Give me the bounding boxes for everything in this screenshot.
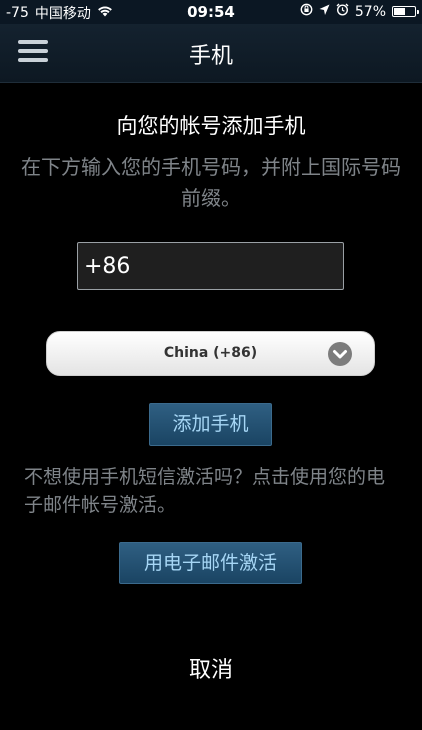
battery-icon [392,6,419,17]
battery-percent: 57% [354,3,386,20]
battery-fill [394,8,405,15]
chevron-down-icon [328,342,352,366]
status-bar: -75 中国移动 09:54 57% [0,0,422,24]
phone-number-input[interactable] [77,242,344,290]
alarm-icon [336,3,349,20]
location-arrow-icon [319,4,330,20]
instructions-text: 在下方输入您的手机号码，并附上国际号码前缀。 [21,155,401,210]
status-right: 57% [300,3,419,20]
cancel-button[interactable]: 取消 [0,652,422,684]
email-alternative-text: 不想使用手机短信激活吗？点击使用您的电子邮件帐号激活。 [24,466,386,516]
country-code-select[interactable]: China (+86) [46,331,375,376]
section-heading: 向您的帐号添加手机 [116,114,306,138]
page-title: 手机 [188,44,233,69]
navigation-bar: 手机 [0,24,422,83]
orientation-lock-icon [300,3,313,20]
phone-screen: -75 中国移动 09:54 57% 手机 向您的帐号添加手机 在下方输入您的手… [0,0,422,730]
country-select-value: China (+86) [163,345,258,361]
activate-via-email-button[interactable]: 用电子邮件激活 [119,542,302,584]
add-phone-button[interactable]: 添加手机 [149,403,272,446]
